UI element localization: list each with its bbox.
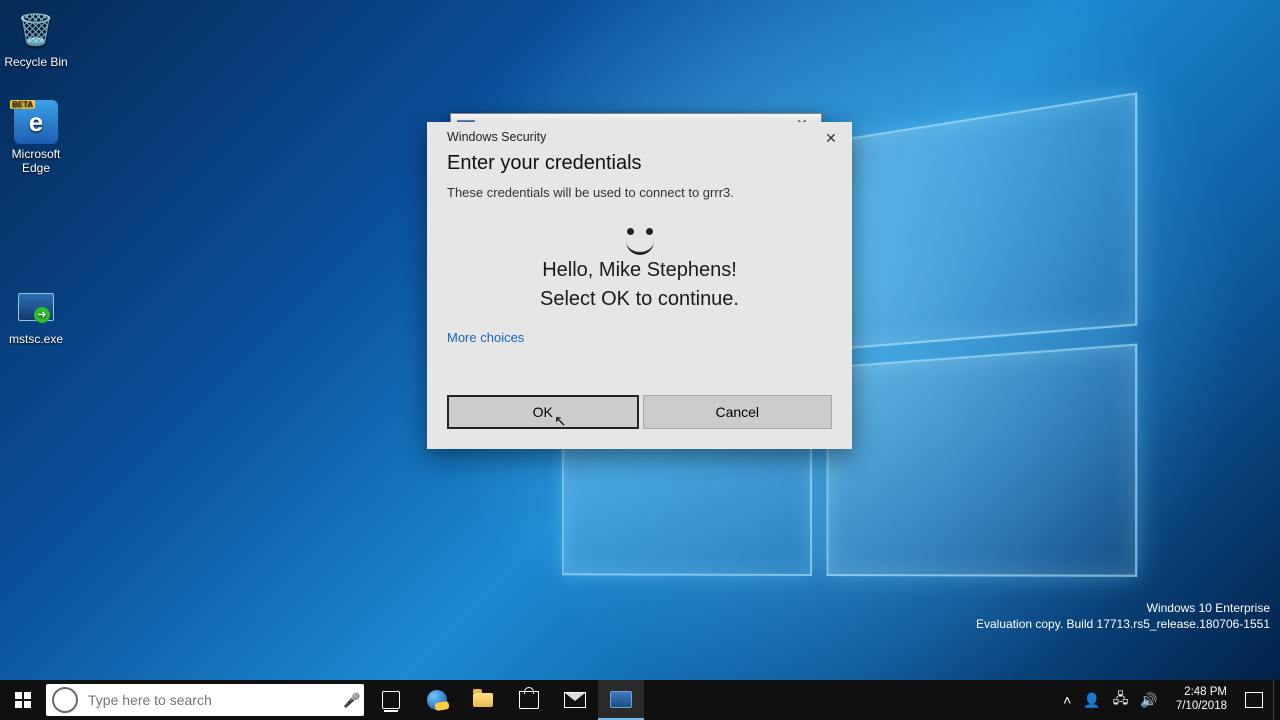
microphone-icon[interactable]: 🎤: [340, 692, 364, 709]
taskbar: 🎤 ˄ 👤 🖧 🔊 2:48 PM 7/10/2018: [0, 680, 1280, 720]
task-view-icon: [382, 691, 400, 709]
hello-message: Hello, Mike Stephens! Select OK to conti…: [427, 256, 852, 314]
volume-icon[interactable]: 🔊: [1140, 692, 1157, 709]
desktop-icon-recycle-bin[interactable]: 🗑️ Recycle Bin: [0, 8, 74, 69]
evaluation-watermark: Windows 10 Enterprise Evaluation copy. B…: [976, 600, 1270, 632]
action-center-button[interactable]: [1235, 680, 1273, 720]
windows-hello-face-icon: [620, 228, 660, 250]
store-icon: [519, 691, 539, 709]
taskbar-app-store[interactable]: [506, 680, 552, 720]
taskbar-clock[interactable]: 2:48 PM 7/10/2018: [1170, 686, 1233, 714]
desktop-icon-label: mstsc.exe: [0, 332, 74, 346]
desktop-icon-mstsc[interactable]: ➜ mstsc.exe: [0, 285, 74, 346]
recycle-bin-icon: 🗑️: [14, 8, 58, 52]
taskbar-search[interactable]: 🎤: [46, 684, 364, 716]
rdp-icon: [610, 691, 632, 708]
network-icon[interactable]: 🖧: [1113, 688, 1129, 712]
start-button[interactable]: [0, 680, 46, 720]
dialog-heading: Enter your credentials: [427, 152, 852, 175]
more-choices-link[interactable]: More choices: [447, 330, 524, 345]
windows-security-dialog: Windows Security ✕ Enter your credential…: [427, 122, 852, 449]
system-tray: ˄ 👤 🖧 🔊 2:48 PM 7/10/2018: [1063, 686, 1235, 714]
globe-icon: [427, 690, 447, 710]
ok-button[interactable]: OK: [447, 395, 639, 429]
dialog-close-button[interactable]: ✕: [814, 126, 848, 150]
action-center-icon: [1245, 692, 1263, 708]
desktop[interactable]: 🗑️ Recycle Bin BETA e Microsoft Edge ➜ m…: [0, 0, 1280, 680]
search-input[interactable]: [86, 691, 340, 709]
tray-overflow-button[interactable]: ˄: [1063, 692, 1071, 708]
beta-badge: BETA: [10, 100, 35, 109]
desktop-icon-edge[interactable]: BETA e Microsoft Edge: [0, 100, 74, 175]
dialog-subtext: These credentials will be used to connec…: [427, 175, 852, 200]
taskbar-app-explorer[interactable]: [460, 680, 506, 720]
mstsc-icon: ➜: [14, 285, 58, 329]
mail-icon: [564, 692, 586, 708]
taskbar-app-mstsc[interactable]: [598, 680, 644, 720]
dialog-title: Windows Security: [427, 122, 852, 152]
cortana-circle-icon: [52, 687, 78, 713]
desktop-icon-label: Recycle Bin: [0, 55, 74, 69]
desktop-icon-label: Microsoft Edge: [0, 147, 74, 175]
people-icon[interactable]: 👤: [1083, 692, 1100, 709]
taskbar-app-tips[interactable]: [414, 680, 460, 720]
show-desktop-button[interactable]: [1273, 680, 1280, 720]
cancel-button[interactable]: Cancel: [643, 395, 833, 429]
taskbar-app-mail[interactable]: [552, 680, 598, 720]
task-view-button[interactable]: [368, 680, 414, 720]
folder-icon: [473, 693, 493, 707]
windows-logo-icon: [15, 692, 31, 708]
